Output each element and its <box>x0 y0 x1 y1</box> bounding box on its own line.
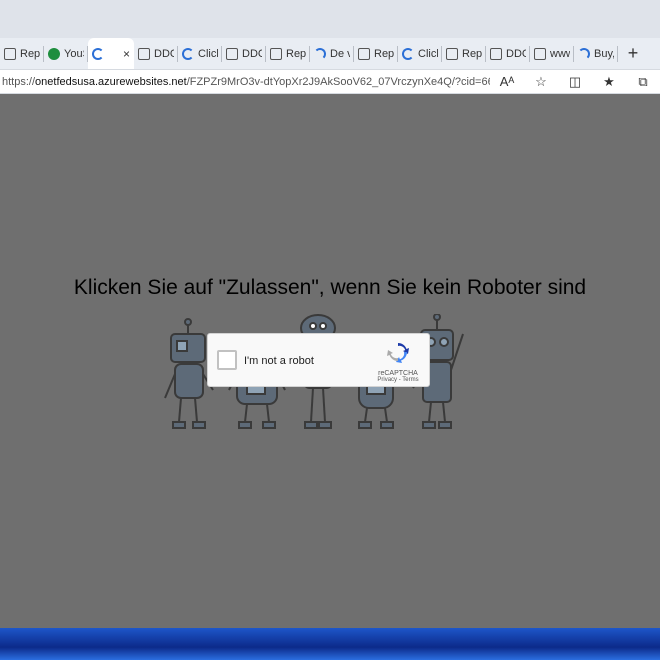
url-domain: onetfedsusa.azurewebsites.net <box>35 75 187 88</box>
tab-label: www. <box>550 47 570 60</box>
address-bar[interactable]: https://onetfedsusa.azurewebsites.net/FZ… <box>0 70 660 94</box>
browser-tab[interactable]: DDC <box>134 38 178 69</box>
tab-label: Click <box>418 47 438 60</box>
document-icon <box>490 47 502 60</box>
tab-label: Repo <box>462 47 482 60</box>
tab-label: Repo <box>286 47 306 60</box>
github-icon <box>358 47 370 60</box>
browser-tab[interactable]: × <box>88 38 134 69</box>
recaptcha-checkbox[interactable] <box>217 350 237 370</box>
browser-tab[interactable]: Repo <box>266 38 310 69</box>
new-tab-button[interactable]: + <box>618 38 648 69</box>
document-icon <box>226 47 238 60</box>
edge-reload-icon <box>402 47 414 60</box>
document-icon <box>138 47 150 60</box>
browser-tab[interactable]: www. <box>530 38 574 69</box>
tab-label: DDC <box>154 47 174 60</box>
github-icon <box>4 47 16 60</box>
edge-reload-icon <box>182 47 194 60</box>
tab-label: YouS <box>64 47 84 60</box>
tab-label: DDC <box>242 47 262 60</box>
url-prefix: https:// <box>2 75 36 88</box>
tab-label: Repo <box>20 47 40 60</box>
loading-spinner-icon <box>578 47 590 60</box>
page-headline: Klicken Sie auf "Zulassen", wenn Sie kei… <box>73 276 587 299</box>
recaptcha-widget: I'm not a robot reCAPTCHA Privacy - Term… <box>207 333 430 387</box>
github-icon <box>270 47 282 60</box>
youtube-icon <box>48 47 60 60</box>
tab-strip: Repo YouS × DDC Click DDC Repo De v Repo Click Rep… <box>0 38 660 70</box>
tab-label: DDC <box>506 47 526 60</box>
favorite-star-icon[interactable]: ☆ <box>524 74 558 90</box>
tab-label: Repo <box>374 47 394 60</box>
url-field[interactable]: https://onetfedsusa.azurewebsites.net/FZ… <box>0 76 490 88</box>
read-aloud-icon[interactable]: Aᴬ <box>490 74 524 89</box>
browser-tab[interactable]: Click <box>398 38 442 69</box>
robot-1-icon <box>164 318 214 429</box>
desktop-wallpaper-strip <box>0 628 660 660</box>
recaptcha-privacy-terms-link[interactable]: Privacy - Terms <box>375 377 421 383</box>
browser-tab[interactable]: DDC <box>486 38 530 69</box>
github-icon <box>446 47 458 60</box>
browser-tab[interactable]: Buy, <box>574 38 618 69</box>
tab-label: Buy, <box>594 47 614 60</box>
browser-tab[interactable]: DDC <box>222 38 266 69</box>
browser-tab[interactable]: YouS <box>44 38 88 69</box>
tab-label: Click <box>198 47 218 60</box>
split-screen-icon[interactable]: ◫ <box>558 74 592 90</box>
extensions-icon[interactable]: ⧉ <box>626 74 660 90</box>
tab-label: De v <box>330 47 350 60</box>
recaptcha-logo: reCAPTCHA Privacy - Terms <box>375 340 421 383</box>
loading-spinner-icon <box>314 47 326 60</box>
browser-tab[interactable]: Repo <box>354 38 398 69</box>
recaptcha-label: I'm not a robot <box>244 355 314 367</box>
browser-tab[interactable]: Repo <box>0 38 44 69</box>
window-titlebar <box>0 0 660 38</box>
favorites-icon[interactable]: ★ <box>592 74 626 90</box>
edge-reload-icon <box>92 47 104 60</box>
recaptcha-brand: reCAPTCHA <box>378 370 418 377</box>
browser-tab[interactable]: Click <box>178 38 222 69</box>
github-icon <box>534 47 546 60</box>
browser-tab[interactable]: Repo <box>442 38 486 69</box>
recaptcha-logo-icon <box>387 343 409 363</box>
url-path: /FZPZr9MrO3v-dtYopXr2J9AkSooV62_07Vrczyn… <box>186 75 490 88</box>
browser-tab[interactable]: De v <box>310 38 354 69</box>
close-tab-icon[interactable]: × <box>123 47 130 61</box>
page-viewport: Klicken Sie auf "Zulassen", wenn Sie kei… <box>0 94 660 628</box>
